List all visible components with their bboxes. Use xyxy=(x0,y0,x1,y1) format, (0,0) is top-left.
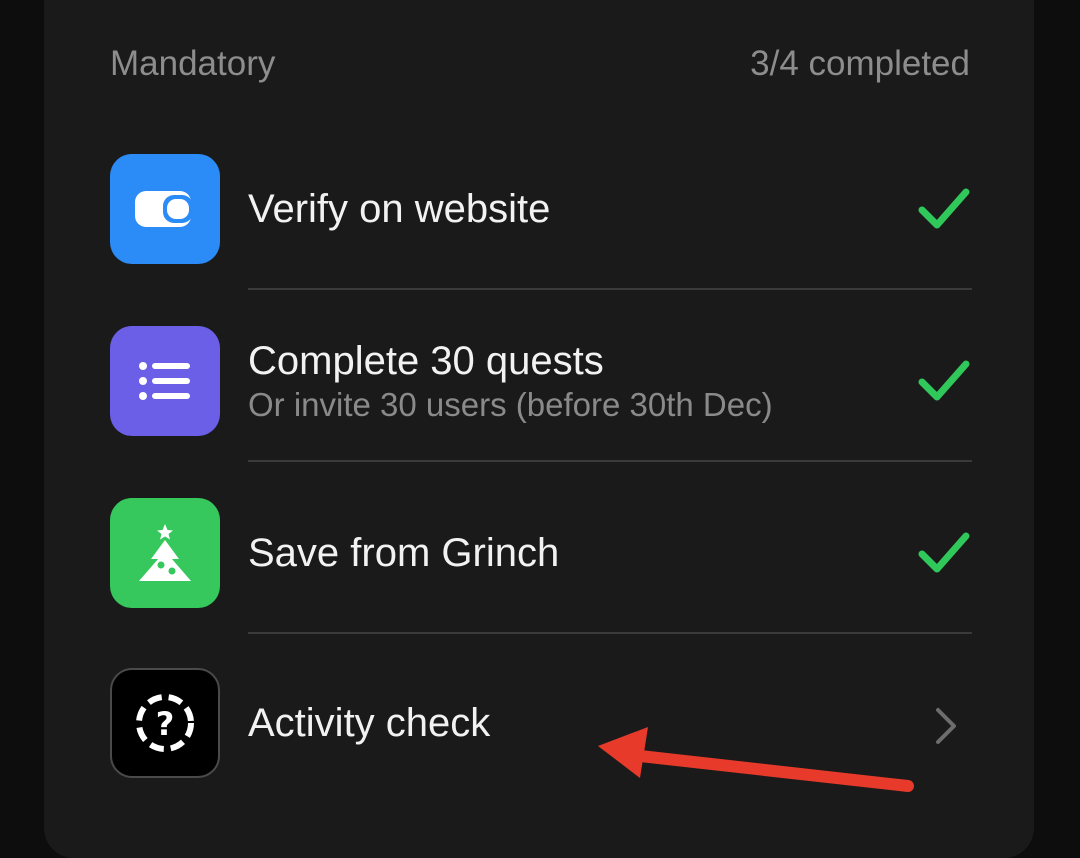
annotation-arrow-icon xyxy=(598,727,914,792)
